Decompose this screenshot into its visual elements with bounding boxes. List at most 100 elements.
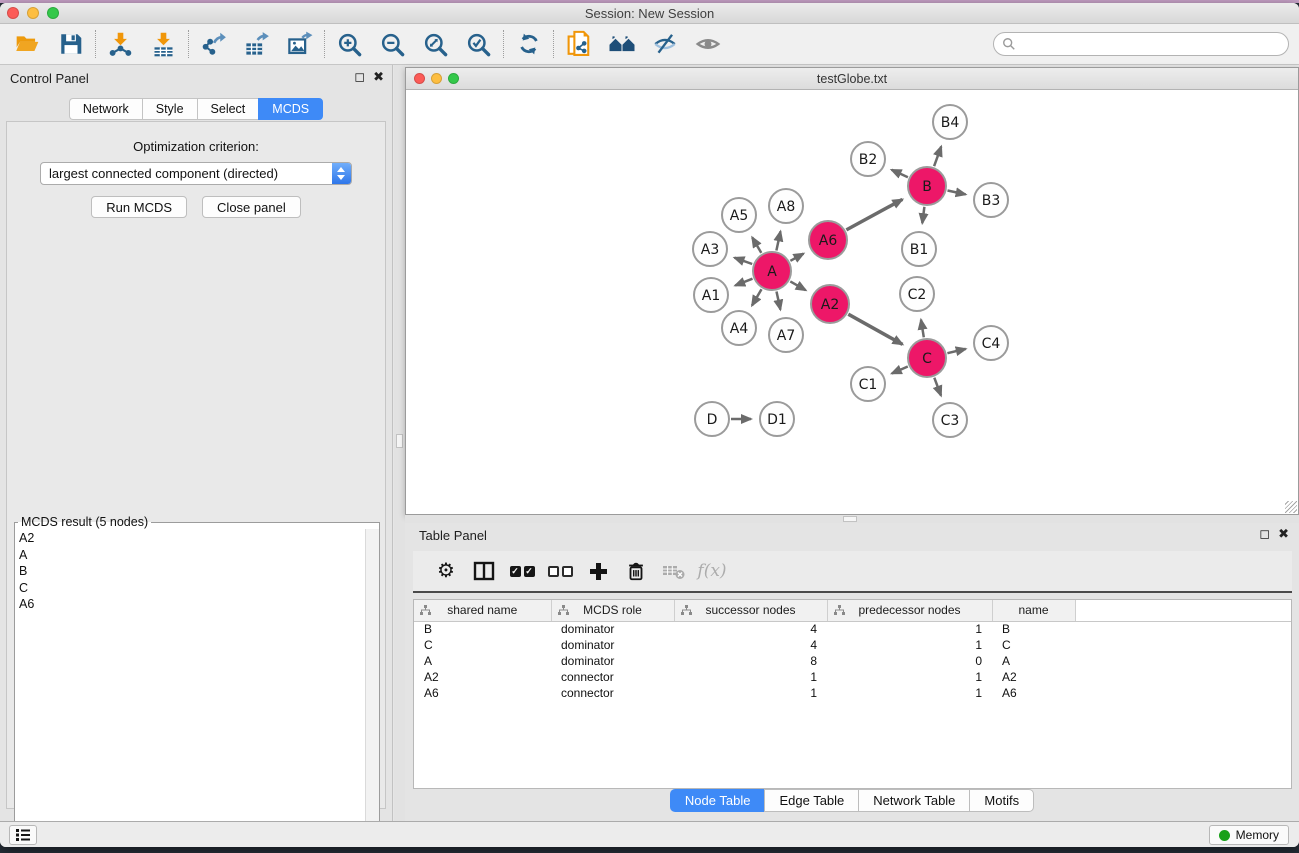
delete-table-button[interactable] bbox=[655, 554, 693, 588]
column-header-predecessor-nodes[interactable]: predecessor nodes bbox=[827, 600, 992, 621]
result-item[interactable]: A6 bbox=[19, 596, 379, 613]
run-mcds-button[interactable]: Run MCDS bbox=[91, 196, 187, 218]
cell-shared-name[interactable]: A6 bbox=[414, 685, 551, 701]
import-table-button[interactable] bbox=[142, 26, 185, 62]
memory-button[interactable]: Memory bbox=[1209, 825, 1289, 845]
edge-C-C1[interactable] bbox=[892, 367, 908, 374]
vertical-splitter-grip[interactable] bbox=[396, 434, 403, 448]
close-panel-icon[interactable]: ✖ bbox=[373, 69, 384, 84]
sort-icon[interactable] bbox=[681, 605, 692, 616]
edge-B-B2[interactable] bbox=[892, 170, 908, 178]
open-session-button[interactable] bbox=[6, 26, 49, 62]
cell-predecessor-nodes[interactable]: 1 bbox=[827, 685, 992, 701]
edge-A-A7[interactable] bbox=[777, 292, 781, 310]
table-row[interactable]: A2connector11A2 bbox=[414, 669, 1291, 685]
sort-icon[interactable] bbox=[558, 605, 569, 616]
tab-style[interactable]: Style bbox=[142, 98, 197, 120]
new-network-from-file-button[interactable] bbox=[557, 26, 600, 62]
edge-A-A3[interactable] bbox=[735, 258, 753, 264]
zoom-fit-button[interactable] bbox=[414, 26, 457, 62]
zoom-out-button[interactable] bbox=[371, 26, 414, 62]
column-header-name[interactable]: name bbox=[992, 600, 1075, 621]
hide-selected-button[interactable] bbox=[643, 26, 686, 62]
cell-successor-nodes[interactable]: 1 bbox=[674, 685, 827, 701]
cell-shared-name[interactable]: C bbox=[414, 637, 551, 653]
network-maximize-button[interactable] bbox=[448, 73, 459, 84]
cell-name[interactable]: B bbox=[992, 621, 1075, 637]
edge-A-A2[interactable] bbox=[790, 281, 805, 290]
tab-node-table[interactable]: Node Table bbox=[670, 789, 765, 812]
function-builder-button[interactable]: f(x) bbox=[693, 554, 731, 588]
edge-C-C2[interactable] bbox=[921, 320, 924, 338]
edge-A-A6[interactable] bbox=[790, 254, 803, 261]
cell-predecessor-nodes[interactable]: 1 bbox=[827, 621, 992, 637]
cell-predecessor-nodes[interactable]: 1 bbox=[827, 669, 992, 685]
import-network-button[interactable] bbox=[99, 26, 142, 62]
column-header-shared-name[interactable]: shared name bbox=[414, 600, 551, 621]
column-header-mcds-role[interactable]: MCDS role bbox=[551, 600, 674, 621]
cell-name[interactable]: A bbox=[992, 653, 1075, 669]
cell-name[interactable]: A2 bbox=[992, 669, 1075, 685]
show-all-button[interactable] bbox=[686, 26, 729, 62]
refresh-button[interactable] bbox=[507, 26, 550, 62]
tab-motifs[interactable]: Motifs bbox=[969, 789, 1034, 812]
table-row[interactable]: Cdominator41C bbox=[414, 637, 1291, 653]
edge-A6-B[interactable] bbox=[846, 199, 902, 230]
sort-icon[interactable] bbox=[834, 605, 845, 616]
tab-edge-table[interactable]: Edge Table bbox=[764, 789, 858, 812]
search-input[interactable] bbox=[1021, 37, 1280, 51]
tab-network[interactable]: Network bbox=[69, 98, 142, 120]
table-settings-button[interactable]: ⚙ bbox=[427, 554, 465, 588]
edge-B-B1[interactable] bbox=[922, 207, 924, 223]
minimize-window-button[interactable] bbox=[27, 7, 39, 19]
maximize-window-button[interactable] bbox=[47, 7, 59, 19]
cell-shared-name[interactable]: B bbox=[414, 621, 551, 637]
cell-mcds-role[interactable]: dominator bbox=[551, 621, 674, 637]
cell-mcds-role[interactable]: connector bbox=[551, 669, 674, 685]
cell-name[interactable]: A6 bbox=[992, 685, 1075, 701]
edge-A-A1[interactable] bbox=[735, 279, 752, 286]
cell-predecessor-nodes[interactable]: 0 bbox=[827, 653, 992, 669]
cell-mcds-role[interactable]: connector bbox=[551, 685, 674, 701]
edge-A2-C[interactable] bbox=[848, 314, 902, 344]
cell-predecessor-nodes[interactable]: 1 bbox=[827, 637, 992, 653]
export-network-button[interactable] bbox=[192, 26, 235, 62]
close-window-button[interactable] bbox=[7, 7, 19, 19]
close-panel-button[interactable]: Close panel bbox=[202, 196, 301, 218]
table-row[interactable]: Adominator80A bbox=[414, 653, 1291, 669]
result-scrollbar[interactable] bbox=[365, 529, 379, 847]
cell-name[interactable]: C bbox=[992, 637, 1075, 653]
split-columns-button[interactable] bbox=[465, 554, 503, 588]
result-item[interactable]: C bbox=[19, 580, 379, 597]
cell-successor-nodes[interactable]: 4 bbox=[674, 637, 827, 653]
edge-B-B3[interactable] bbox=[948, 191, 966, 195]
cell-mcds-role[interactable]: dominator bbox=[551, 653, 674, 669]
zoom-in-button[interactable] bbox=[328, 26, 371, 62]
cell-shared-name[interactable]: A bbox=[414, 653, 551, 669]
resize-grip-icon[interactable] bbox=[1285, 501, 1297, 513]
cell-successor-nodes[interactable]: 8 bbox=[674, 653, 827, 669]
edge-A-A8[interactable] bbox=[776, 231, 780, 250]
cell-mcds-role[interactable]: dominator bbox=[551, 637, 674, 653]
edge-A-A5[interactable] bbox=[752, 237, 761, 253]
edge-C-C3[interactable] bbox=[934, 378, 941, 396]
select-all-columns-button[interactable]: ✓✓ bbox=[503, 554, 541, 588]
tab-select[interactable]: Select bbox=[197, 98, 259, 120]
tab-network-table[interactable]: Network Table bbox=[858, 789, 969, 812]
network-minimize-button[interactable] bbox=[431, 73, 442, 84]
deselect-all-columns-button[interactable] bbox=[541, 554, 579, 588]
delete-column-button[interactable] bbox=[617, 554, 655, 588]
cell-shared-name[interactable]: A2 bbox=[414, 669, 551, 685]
tab-mcds[interactable]: MCDS bbox=[258, 98, 323, 120]
cell-successor-nodes[interactable]: 1 bbox=[674, 669, 827, 685]
save-session-button[interactable] bbox=[49, 26, 92, 62]
network-canvas[interactable]: B4B2BB3A8A5A6B1A3AC2A1A2A4A7C4CC1C3DD1 bbox=[406, 90, 1298, 514]
cell-successor-nodes[interactable]: 4 bbox=[674, 621, 827, 637]
sort-icon[interactable] bbox=[420, 605, 431, 616]
float-panel-icon[interactable]: ◻ bbox=[1259, 526, 1270, 541]
network-graph[interactable]: B4B2BB3A8A5A6B1A3AC2A1A2A4A7C4CC1C3DD1 bbox=[406, 90, 1298, 514]
network-close-button[interactable] bbox=[414, 73, 425, 84]
task-history-button[interactable] bbox=[9, 825, 37, 845]
horizontal-splitter-grip[interactable] bbox=[843, 516, 857, 522]
close-panel-icon[interactable]: ✖ bbox=[1278, 526, 1289, 541]
